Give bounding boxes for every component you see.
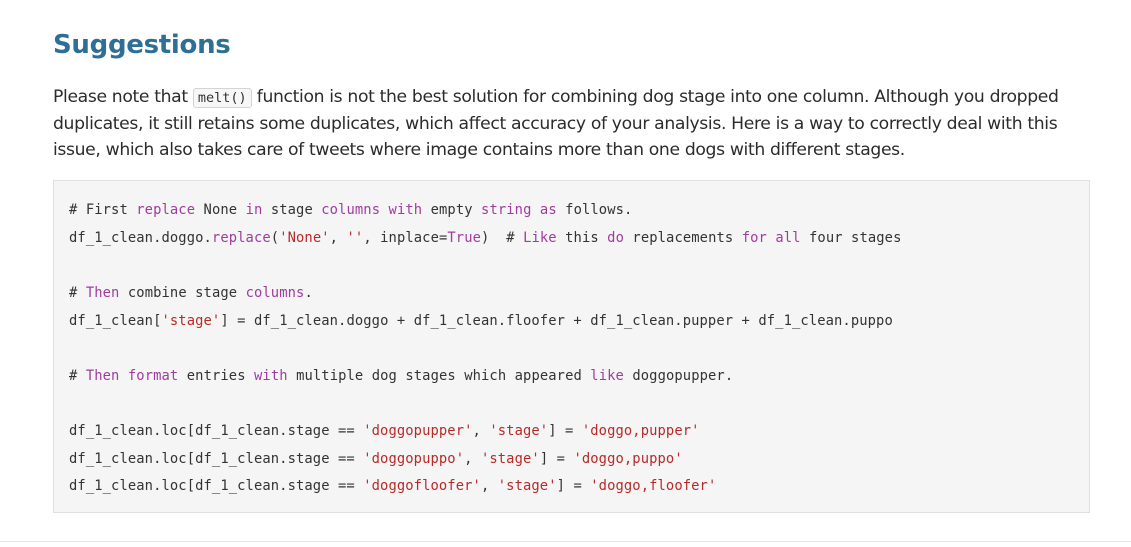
code-keyword: Like	[523, 230, 557, 246]
code-keyword: do	[607, 230, 624, 246]
code-text: combine stage	[119, 285, 246, 301]
code-string: 'doggofloofer'	[363, 478, 481, 494]
code-text: empty	[422, 202, 482, 218]
code-text: multiple dog stages which appeared	[287, 368, 591, 384]
code-text: .	[304, 285, 313, 301]
code-keyword: all	[775, 230, 801, 246]
code-text: ,	[480, 478, 498, 494]
code-text: df_1_clean[	[69, 313, 162, 329]
code-text: df_1_clean.loc[df_1_clean.stage ==	[69, 451, 364, 467]
code-text: ) #	[481, 230, 524, 246]
code-string: 'doggo,floofer'	[590, 478, 717, 494]
code-text: ,	[472, 423, 490, 439]
code-string: 'stage'	[480, 451, 540, 467]
code-text: ] =	[556, 478, 591, 494]
code-string: 'stage'	[497, 478, 557, 494]
code-text: df_1_clean.loc[df_1_clean.stage ==	[69, 478, 364, 494]
code-text: ] =	[548, 423, 582, 439]
code-keyword: as	[539, 202, 557, 218]
code-text: stage	[262, 202, 322, 218]
code-keyword: with	[388, 202, 423, 218]
code-text: df_1_clean.loc[df_1_clean.stage ==	[69, 423, 364, 439]
code-keyword: Then	[85, 285, 120, 301]
code-line-comment-replace: # First replace None in stage columns wi…	[69, 201, 632, 219]
code-line-comment-combine: # Then combine stage columns.	[69, 284, 313, 302]
code-string: 'stage'	[489, 423, 549, 439]
code-line-comment-format: # Then format entries with multiple dog …	[69, 367, 733, 385]
code-text: #	[69, 285, 86, 301]
code-line-loc-pupper: df_1_clean.loc[df_1_clean.stage == 'dogg…	[69, 422, 700, 440]
code-text: four stages	[800, 230, 902, 246]
code-text: this	[556, 230, 608, 246]
code-keyword: replace	[211, 230, 271, 246]
code-keyword: True	[447, 230, 482, 246]
code-text: ,	[464, 451, 481, 467]
code-text: , inplace=	[363, 230, 448, 246]
code-text: replacements	[624, 230, 742, 246]
code-text: (	[270, 230, 280, 246]
code-keyword: string	[481, 202, 532, 218]
code-keyword: in	[245, 202, 263, 218]
code-keyword: for	[741, 230, 767, 246]
code-keyword: Then	[85, 368, 120, 384]
section-heading: Suggestions	[53, 30, 231, 60]
code-line-combine: df_1_clean['stage'] = df_1_clean.doggo +…	[69, 312, 893, 330]
code-line-loc-puppo: df_1_clean.loc[df_1_clean.stage == 'dogg…	[69, 450, 683, 468]
code-string: 'doggopuppo'	[363, 451, 465, 467]
code-keyword: like	[590, 368, 624, 384]
code-keyword: replace	[136, 202, 196, 218]
code-text: ] =	[539, 451, 574, 467]
suggestion-paragraph: Please note that melt() function is not …	[53, 84, 1103, 163]
code-line-loc-floofer: df_1_clean.loc[df_1_clean.stage == 'dogg…	[69, 477, 716, 495]
code-text: follows.	[556, 202, 633, 218]
code-string: 'doggopupper'	[363, 423, 473, 439]
code-string: 'None'	[279, 230, 330, 246]
code-string: 'doggo,pupper'	[581, 423, 700, 439]
inline-code: melt()	[192, 88, 252, 108]
code-keyword: columns	[245, 285, 305, 301]
paragraph-text-before: Please note that	[53, 87, 193, 107]
code-line-replace: df_1_clean.doggo.replace('None', '', inp…	[69, 229, 901, 247]
code-text: df_1_clean.doggo.	[69, 230, 212, 246]
code-text: entries	[178, 368, 255, 384]
code-text: None	[195, 202, 246, 218]
code-text: #	[69, 368, 86, 384]
code-string: ''	[346, 230, 364, 246]
code-keyword: with	[254, 368, 288, 384]
code-string: 'stage'	[161, 313, 221, 329]
code-string: 'doggo,puppo'	[573, 451, 683, 467]
code-text: doggopupper.	[623, 368, 734, 384]
code-keyword: format	[127, 368, 179, 384]
code-text: # First	[69, 202, 137, 218]
code-text: ] = df_1_clean.doggo + df_1_clean.floofe…	[220, 313, 893, 329]
code-text: ,	[329, 230, 347, 246]
code-keyword: columns	[321, 202, 381, 218]
code-block[interactable]: # First replace None in stage columns wi…	[53, 180, 1090, 513]
divider	[0, 541, 1131, 542]
